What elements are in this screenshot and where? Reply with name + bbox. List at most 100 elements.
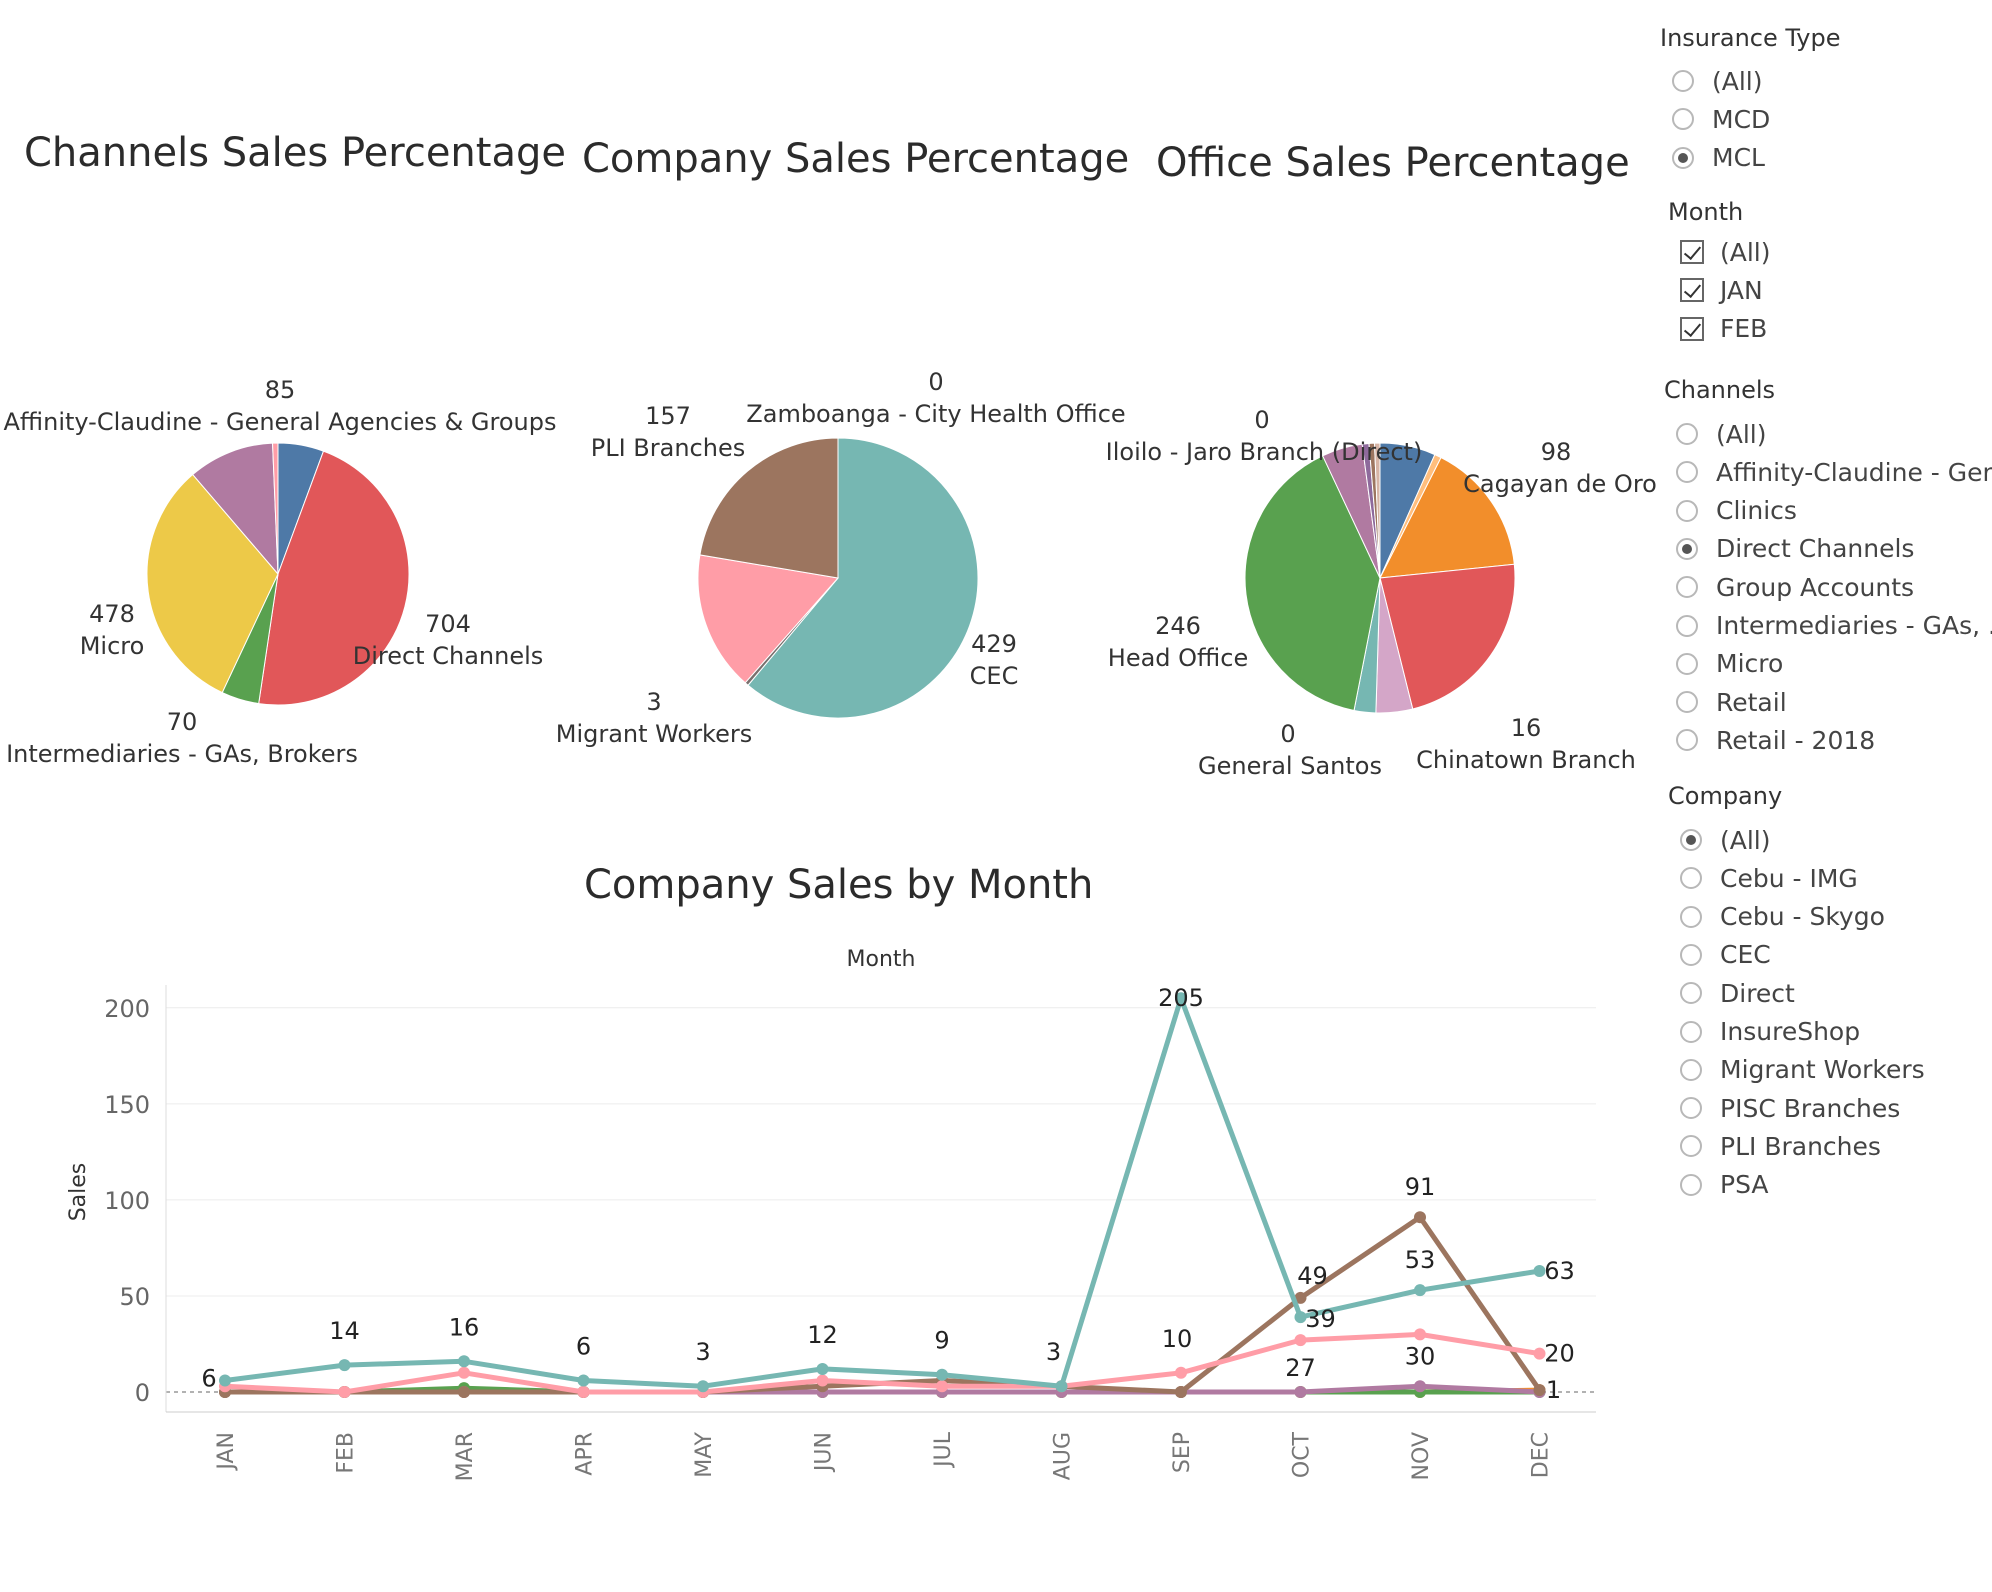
- option-label: (All): [1720, 237, 1771, 267]
- radio-button[interactable]: [1680, 1097, 1702, 1120]
- radio-button[interactable]: [1672, 108, 1694, 131]
- checkbox[interactable]: [1680, 278, 1704, 303]
- data-point[interactable]: [458, 1386, 470, 1398]
- company-option[interactable]: Cebu - IMG: [1680, 862, 1858, 894]
- data-point[interactable]: [816, 1362, 829, 1375]
- company-option[interactable]: Cebu - Skygo: [1680, 901, 1885, 933]
- data-point[interactable]: [577, 1386, 590, 1398]
- data-point[interactable]: [1175, 1386, 1187, 1398]
- data-point[interactable]: [1414, 1380, 1426, 1393]
- radio-button[interactable]: [1680, 905, 1702, 928]
- radio-button[interactable]: [1676, 652, 1698, 675]
- radio-button[interactable]: [1680, 1173, 1702, 1196]
- radio-button[interactable]: [1680, 1020, 1702, 1043]
- data-point[interactable]: [697, 1380, 709, 1393]
- company-option[interactable]: PSA: [1680, 1169, 1769, 1201]
- company-option[interactable]: PLI Branches: [1680, 1130, 1881, 1162]
- channels-option[interactable]: Retail: [1676, 686, 1787, 718]
- option-label: Retail - 2018: [1716, 725, 1876, 755]
- radio-button[interactable]: [1680, 1135, 1702, 1158]
- radio-button[interactable]: [1676, 614, 1698, 637]
- data-point[interactable]: [1055, 1380, 1068, 1393]
- company-option[interactable]: PISC Branches: [1680, 1092, 1900, 1124]
- radio-button[interactable]: [1676, 499, 1698, 522]
- channels-option[interactable]: (All): [1676, 418, 1767, 450]
- data-point[interactable]: [577, 1374, 590, 1387]
- company-option[interactable]: CEC: [1680, 939, 1771, 971]
- channels-option[interactable]: Micro: [1676, 648, 1783, 680]
- radio-button[interactable]: [1676, 461, 1698, 484]
- channels-option[interactable]: Affinity-Claudine - Gen...: [1676, 456, 1992, 488]
- data-label: 30: [1405, 1342, 1436, 1370]
- option-label: MCD: [1712, 104, 1771, 134]
- data-point[interactable]: [936, 1380, 948, 1393]
- data-point[interactable]: [1414, 1328, 1426, 1341]
- company-option[interactable]: InsureShop: [1680, 1016, 1860, 1048]
- data-label: 3: [1046, 1338, 1061, 1366]
- series-line[interactable]: [222, 995, 1542, 1389]
- insurance-type-option[interactable]: (All): [1672, 65, 1763, 97]
- data-point[interactable]: [1414, 1211, 1426, 1224]
- x-tick-label: AUG: [1051, 1432, 1076, 1480]
- option-label: PSA: [1720, 1170, 1769, 1200]
- radio-button[interactable]: [1676, 423, 1698, 445]
- option-label: Affinity-Claudine - Gen...: [1716, 457, 1992, 487]
- month-filter-list[interactable]: (All) JAN FEB: [1670, 236, 1970, 342]
- insurance-type-option[interactable]: MCD: [1672, 103, 1770, 135]
- radio-button[interactable]: [1680, 982, 1702, 1005]
- data-point[interactable]: [936, 1368, 948, 1381]
- radio-button[interactable]: [1676, 691, 1698, 714]
- checkbox[interactable]: [1680, 316, 1704, 341]
- channels-option[interactable]: Direct Channels: [1676, 533, 1914, 565]
- option-label: PISC Branches: [1720, 1093, 1901, 1123]
- radio-button[interactable]: [1680, 867, 1702, 890]
- data-point[interactable]: [338, 1359, 351, 1372]
- series-lines: [219, 992, 1546, 1398]
- insurance-type-option[interactable]: MCL: [1672, 142, 1765, 174]
- data-point[interactable]: [458, 1355, 470, 1368]
- radio-button[interactable]: [1676, 729, 1698, 752]
- radio-button[interactable]: [1676, 576, 1698, 599]
- data-label: 9: [934, 1327, 949, 1355]
- option-label: Direct Channels: [1716, 534, 1915, 564]
- option-label: Retail: [1716, 687, 1787, 717]
- data-point[interactable]: [1175, 1366, 1187, 1379]
- company-option[interactable]: Migrant Workers: [1680, 1054, 1925, 1086]
- data-point[interactable]: [1294, 1386, 1307, 1398]
- month-option[interactable]: (All): [1680, 236, 1771, 268]
- insurance-type-filter-title: Insurance Type: [1660, 24, 1841, 52]
- company-option[interactable]: Direct: [1680, 977, 1795, 1009]
- company-option[interactable]: (All): [1680, 824, 1771, 856]
- radio-button[interactable]: [1680, 943, 1702, 966]
- data-label: 63: [1544, 1257, 1575, 1285]
- radio-button[interactable]: [1680, 829, 1702, 851]
- month-option[interactable]: FEB: [1680, 313, 1767, 342]
- data-point[interactable]: [219, 1374, 231, 1387]
- channels-option[interactable]: Intermediaries - GAs, ...: [1676, 610, 1992, 642]
- x-tick-label: DEC: [1529, 1432, 1554, 1478]
- channels-option[interactable]: Group Accounts: [1676, 571, 1914, 603]
- data-point[interactable]: [1414, 1284, 1426, 1297]
- series-line[interactable]: [222, 1214, 1542, 1395]
- radio-button[interactable]: [1672, 146, 1694, 169]
- channels-option[interactable]: Clinics: [1676, 495, 1797, 527]
- data-point[interactable]: [816, 1374, 829, 1387]
- channels-option[interactable]: Retail - 2018: [1676, 724, 1875, 756]
- option-label: (All): [1716, 419, 1767, 449]
- checkbox[interactable]: [1680, 240, 1704, 264]
- data-label: 39: [1305, 1305, 1336, 1333]
- data-point[interactable]: [1294, 1334, 1307, 1347]
- radio-button[interactable]: [1672, 70, 1694, 92]
- data-label: 20: [1544, 1340, 1575, 1368]
- y-tick-label: 200: [104, 995, 150, 1023]
- data-label: 91: [1405, 1173, 1436, 1201]
- data-point[interactable]: [338, 1386, 351, 1398]
- option-label: Micro: [1716, 649, 1784, 679]
- option-label: JAN: [1720, 275, 1763, 305]
- y-axis-title: Sales: [66, 1163, 91, 1222]
- data-point[interactable]: [1533, 1384, 1546, 1397]
- radio-button[interactable]: [1680, 1058, 1702, 1081]
- data-point[interactable]: [458, 1366, 470, 1379]
- month-option[interactable]: JAN: [1680, 274, 1763, 306]
- radio-button[interactable]: [1676, 537, 1698, 560]
